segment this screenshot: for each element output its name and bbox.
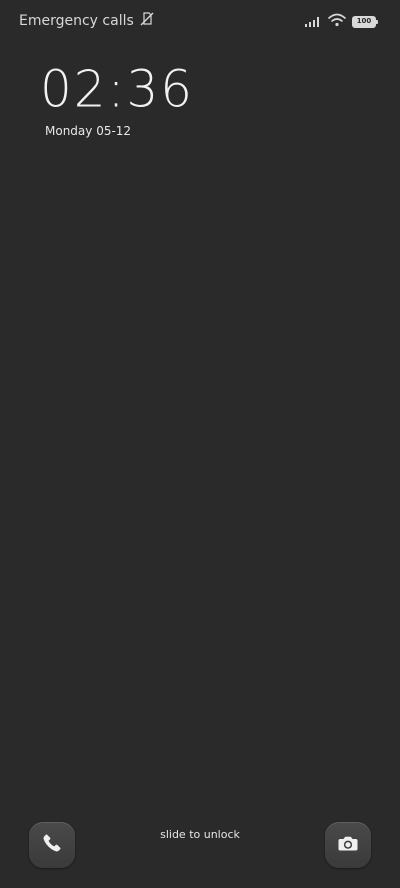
status-right: 100 (304, 12, 378, 31)
lock-date: Monday 05-12 (45, 124, 132, 138)
wifi-icon (328, 12, 346, 31)
signal-icon (304, 12, 322, 31)
camera-icon (336, 831, 360, 859)
battery-icon: 100 (352, 15, 378, 28)
status-bar: Emergency calls 100 (0, 0, 400, 40)
emergency-calls-text: Emergency calls (19, 13, 134, 29)
battery-level-text: 100 (356, 17, 372, 25)
no-sim-icon (139, 11, 155, 31)
status-left: Emergency calls (19, 11, 155, 31)
lock-time: 02:36 (40, 59, 195, 119)
camera-shortcut-button[interactable] (325, 822, 371, 868)
